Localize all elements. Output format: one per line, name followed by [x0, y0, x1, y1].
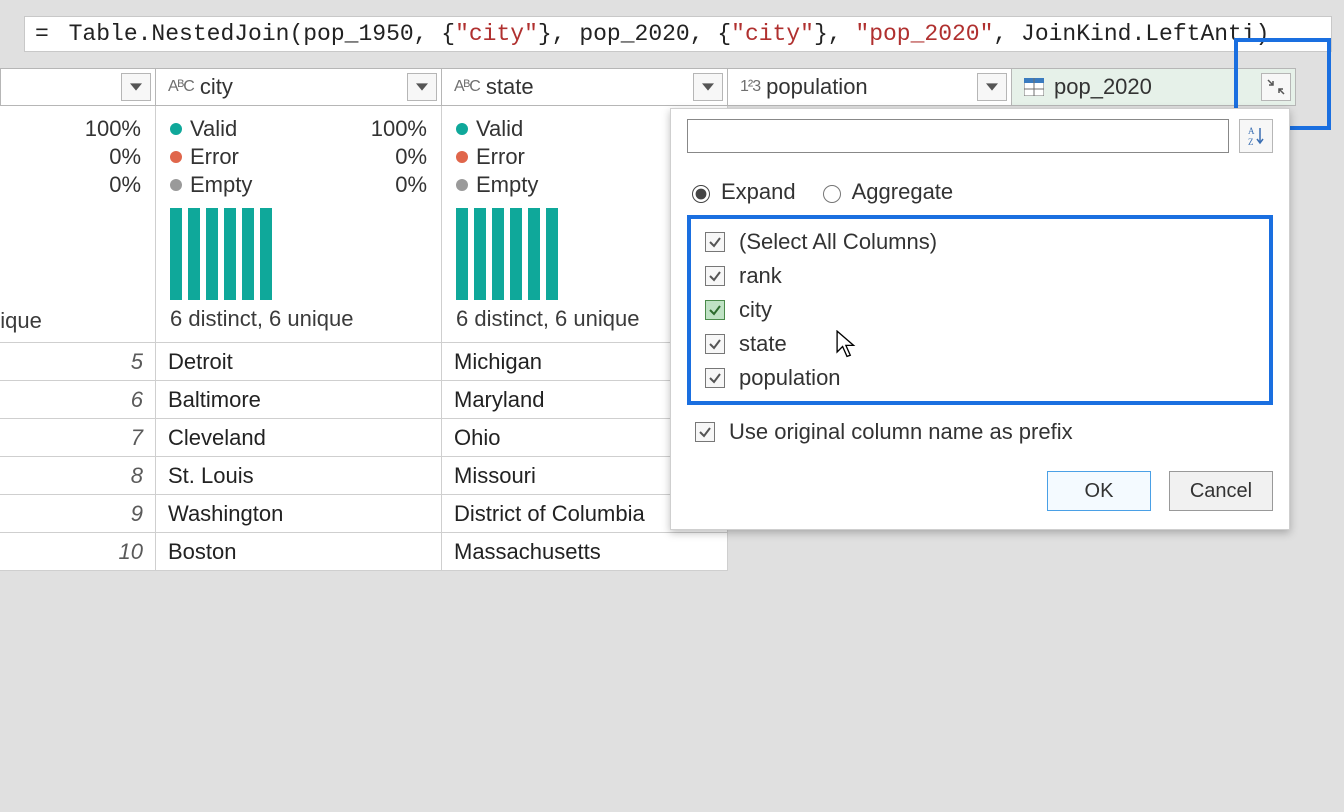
formula-pop2020: "pop_2020": [855, 21, 993, 47]
empty-label: Empty: [190, 172, 252, 198]
filter-drop-city[interactable]: [407, 73, 437, 101]
checkbox-label: state: [739, 331, 787, 357]
check-icon: [705, 232, 725, 252]
formula-t3: },: [814, 21, 855, 47]
dot-valid-icon: [170, 123, 182, 135]
filter-drop-rank[interactable]: [121, 73, 151, 101]
cell-city: Boston: [156, 533, 442, 571]
check-icon: [705, 266, 725, 286]
valid-pct: 100%: [85, 116, 141, 142]
check-icon: [705, 368, 725, 388]
radio-aggregate[interactable]: Aggregate: [818, 179, 954, 205]
ok-label: OK: [1085, 480, 1114, 503]
valid-label: Valid: [190, 116, 237, 142]
cell-city: Baltimore: [156, 381, 442, 419]
cell-idx: 7: [0, 419, 156, 457]
cell-idx: 9: [0, 495, 156, 533]
cell-idx: 6: [0, 381, 156, 419]
valid-pct: 100%: [371, 116, 427, 142]
radio-aggregate-label: Aggregate: [852, 179, 954, 205]
distinct-text: 6 distinct, 6 unique: [170, 306, 427, 332]
column-header-state[interactable]: AᴮC state: [442, 68, 728, 106]
error-pct: 0%: [109, 144, 141, 170]
empty-pct: 0%: [395, 172, 427, 198]
error-pct: 0%: [395, 144, 427, 170]
error-label: Error: [476, 144, 525, 170]
checkbox-label: city: [739, 297, 772, 323]
type-icon-text: AᴮC: [168, 78, 194, 96]
cell-city: Detroit: [156, 343, 442, 381]
column-header-rank[interactable]: [0, 68, 156, 106]
cancel-button[interactable]: Cancel: [1169, 471, 1273, 511]
column-label-population: population: [766, 74, 868, 100]
type-icon-text: AᴮC: [454, 78, 480, 96]
select-all-label: (Select All Columns): [739, 229, 937, 255]
checkbox-label: rank: [739, 263, 782, 289]
cancel-label: Cancel: [1190, 480, 1252, 503]
prefix-label: Use original column name as prefix: [729, 419, 1073, 445]
column-header-pop2020[interactable]: pop_2020: [1012, 68, 1296, 106]
expand-popup: A Z Expand Aggregate (Select All Columns…: [670, 108, 1290, 530]
cell-idx: 10: [0, 533, 156, 571]
check-icon: [705, 334, 725, 354]
check-icon: [695, 422, 715, 442]
formula-t4: , JoinKind.LeftAnti): [993, 21, 1269, 47]
formula-eq: =: [35, 21, 49, 47]
check-icon: [705, 300, 725, 320]
table-row[interactable]: 10 Boston Massachusetts: [0, 533, 1344, 571]
dot-empty-icon: [170, 179, 182, 191]
checkbox-select-all[interactable]: (Select All Columns): [697, 225, 1263, 259]
dot-valid-icon: [456, 123, 468, 135]
empty-pct: 0%: [109, 172, 141, 198]
column-label-pop2020: pop_2020: [1054, 74, 1152, 100]
dot-empty-icon: [456, 179, 468, 191]
error-label: Error: [190, 144, 239, 170]
formula-city2: "city": [731, 21, 814, 47]
radio-expand-label: Expand: [721, 179, 796, 205]
formula-city1: "city": [455, 21, 538, 47]
columns-selection: (Select All Columns) rank city state pop…: [687, 215, 1273, 405]
distribution-bars: [170, 208, 427, 300]
radio-expand[interactable]: Expand: [687, 179, 796, 205]
filter-drop-state[interactable]: [693, 73, 723, 101]
checkbox-rank[interactable]: rank: [697, 259, 1263, 293]
checkbox-city[interactable]: city: [697, 293, 1263, 327]
profile-rank: 100% 0% 0% nique: [0, 106, 156, 343]
checkbox-prefix[interactable]: Use original column name as prefix: [687, 419, 1273, 445]
checkbox-state[interactable]: state: [697, 327, 1263, 361]
dot-error-icon: [456, 151, 468, 163]
checkbox-label: population: [739, 365, 841, 391]
dot-error-icon: [170, 151, 182, 163]
expand-button[interactable]: [1261, 73, 1291, 101]
distinct-text: nique: [0, 308, 141, 334]
cell-city: Washington: [156, 495, 442, 533]
checkbox-population[interactable]: population: [697, 361, 1263, 395]
search-input[interactable]: [687, 119, 1229, 153]
sort-button[interactable]: A Z: [1239, 119, 1273, 153]
cell-idx: 5: [0, 343, 156, 381]
formula-bar[interactable]: = Table.NestedJoin(pop_1950, { "city" },…: [24, 16, 1332, 52]
cell-city: Cleveland: [156, 419, 442, 457]
column-label-state: state: [486, 74, 534, 100]
profile-city: Valid 100% Error 0% Empty 0% 6 distinct, 6 …: [156, 106, 442, 343]
valid-label: Valid: [476, 116, 523, 142]
column-label-city: city: [200, 74, 233, 100]
svg-text:A: A: [1248, 126, 1255, 136]
cell-city: St. Louis: [156, 457, 442, 495]
column-header-population[interactable]: 1²3 population: [728, 68, 1012, 106]
column-header-city[interactable]: AᴮC city: [156, 68, 442, 106]
svg-text:Z: Z: [1248, 137, 1254, 147]
formula-t2: }, pop_2020, {: [538, 21, 731, 47]
table-icon: [1024, 78, 1044, 96]
column-headers: AᴮC city AᴮC state 1²3 population pop_20…: [0, 68, 1344, 106]
ok-button[interactable]: OK: [1047, 471, 1151, 511]
empty-label: Empty: [476, 172, 538, 198]
cell-state: Massachusetts: [442, 533, 728, 571]
filter-drop-population[interactable]: [977, 73, 1007, 101]
cell-idx: 8: [0, 457, 156, 495]
formula-t1: Table.NestedJoin(pop_1950, {: [55, 21, 455, 47]
type-icon-number: 1²3: [740, 78, 760, 96]
